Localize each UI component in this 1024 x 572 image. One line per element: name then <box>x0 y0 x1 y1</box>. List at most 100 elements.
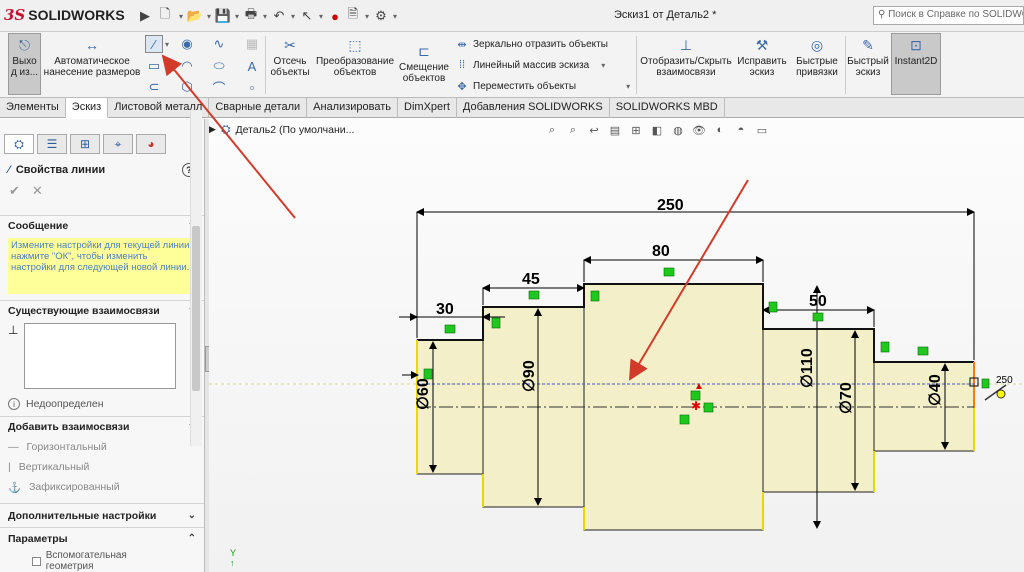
status-row: i Недоопределен <box>0 395 204 416</box>
heads-up-view-toolbar: ⌕ ⌕ ↩ ▤ ⊞ ◧ ◍ 👁 ◐ ◓ ▭ <box>544 122 770 138</box>
display-style-icon[interactable]: ◍ <box>670 122 686 138</box>
ellipse-tool-icon[interactable]: ⬭ <box>210 57 228 75</box>
undo-icon[interactable]: ↶ <box>270 7 288 25</box>
property-manager-tab-icon[interactable]: ☰ <box>37 134 67 154</box>
dimxpert-tab-icon[interactable]: ⌖ <box>103 134 133 154</box>
convert-entities-button[interactable]: ⬚ Преобразование объектов <box>315 34 395 79</box>
edit-appearance-icon[interactable]: ◐ <box>712 122 728 138</box>
quick-snaps-button[interactable]: ◎ Быстрые привязки <box>792 34 842 79</box>
offset-entities-icon: ⊏ <box>418 42 430 59</box>
parameters-header[interactable]: Параметры ⌃ <box>0 527 204 549</box>
line-tool-icon[interactable]: ⁄ <box>145 35 163 53</box>
cancel-button[interactable]: ✕ <box>32 183 43 199</box>
existing-relations-header[interactable]: Существующие взаимосвязи⌃ <box>0 300 204 321</box>
message-section-header[interactable]: Сообщение⌃ <box>0 215 204 236</box>
zoom-to-area-icon[interactable]: ⌕ <box>565 122 581 138</box>
dynamic-annotation-icon[interactable]: ⊞ <box>628 122 644 138</box>
chevron-down-icon[interactable]: ▾ <box>362 7 372 25</box>
construction-checkbox[interactable]: Вспомогательная геометрия <box>0 549 204 572</box>
ribbon-separator <box>265 36 266 94</box>
apply-scene-icon[interactable]: ◓ <box>733 122 749 138</box>
mirror-entities-button[interactable]: ⇹ Зеркально отразить объекты <box>455 37 608 51</box>
previous-view-icon[interactable]: ↩ <box>586 122 602 138</box>
rapid-sketch-button[interactable]: ✎ Быстрый эскиз <box>847 34 889 79</box>
chevron-up-icon[interactable]: ⌃ <box>188 533 196 544</box>
tab-3[interactable]: Сварные детали <box>209 98 308 118</box>
repair-sketch-button[interactable]: ⚒ Исправить эскиз <box>735 34 789 79</box>
offset-entities-button[interactable]: ⊏ Смещение объектов <box>398 40 450 85</box>
add-fixed-relation[interactable]: ⚓ Зафиксированный <box>0 477 204 497</box>
expand-arrow-icon[interactable]: ▶ <box>136 7 154 25</box>
feature-tree-flyout[interactable]: ▶ ⛭ Деталь2 (По умолчани... <box>209 122 354 137</box>
panel-tabs: ⛭ ☰ ⊞ ⌖ ◕ <box>0 119 204 157</box>
circle-tool-icon[interactable]: ◉ <box>178 35 196 53</box>
print-icon[interactable]: 🖶 <box>242 6 260 25</box>
configuration-manager-tab-icon[interactable]: ⊞ <box>70 134 100 154</box>
chevron-down-icon[interactable]: ▾ <box>260 7 270 25</box>
feature-manager-tab-icon[interactable]: ⛭ <box>4 134 34 154</box>
chevron-down-icon[interactable]: ▾ <box>390 7 400 25</box>
repair-sketch-icon: ⚒ <box>755 36 769 53</box>
spline-tool-icon[interactable]: ∿ <box>210 35 228 53</box>
expand-arrow-icon[interactable]: ▶ <box>209 124 216 135</box>
chevron-down-icon[interactable]: ▾ <box>626 82 630 91</box>
line-icon: ⁄ <box>8 164 10 176</box>
smart-dimension-button[interactable]: ↔ Автоматическое нанесение размеров <box>44 34 141 79</box>
hide-show-items-icon[interactable]: 👁 <box>691 122 707 138</box>
chevron-down-icon[interactable]: ▾ <box>316 7 326 25</box>
rebuild-traffic-light-icon[interactable]: ● <box>326 7 344 25</box>
tab-7[interactable]: SOLIDWORKS MBD <box>610 98 725 118</box>
save-icon[interactable]: 💾 <box>214 7 232 25</box>
message-text: Измените настройки для текущей линии, на… <box>8 238 196 294</box>
display-manager-tab-icon[interactable]: ◕ <box>136 134 166 154</box>
options-gear-icon[interactable]: ⚙ <box>372 7 390 25</box>
zoom-to-fit-icon[interactable]: ⌕ <box>544 122 560 138</box>
section-view-icon[interactable]: ▤ <box>607 122 623 138</box>
polygon-tool-icon[interactable]: ⬡ <box>178 78 196 96</box>
chevron-down-icon[interactable]: ▾ <box>288 7 298 25</box>
chevron-down-icon[interactable]: ▾ <box>232 7 242 25</box>
chevron-down-icon[interactable]: ▾ <box>204 7 214 25</box>
file-properties-icon[interactable]: 🗎 <box>344 6 362 25</box>
display-relations-button[interactable]: ⊥ Отобразить/Скрыть взаимосвязи <box>639 34 733 79</box>
arc-tool-icon[interactable]: ◠ <box>178 57 196 75</box>
additional-settings-header[interactable]: Дополнительные настройки ⌄ <box>0 503 204 527</box>
fillet-tool-icon[interactable]: ⌒ <box>210 78 228 96</box>
chevron-down-icon[interactable]: ⌄ <box>188 510 196 521</box>
tab-1[interactable]: Эскиз <box>65 98 109 118</box>
tab-6[interactable]: Добавления SOLIDWORKS <box>457 98 610 118</box>
tab-0[interactable]: Элементы <box>0 98 66 118</box>
tab-4[interactable]: Анализировать <box>307 98 399 118</box>
add-relations-header[interactable]: Добавить взаимосвязи⌃ <box>0 416 204 437</box>
chevron-down-icon[interactable]: ▾ <box>162 35 172 53</box>
view-orientation-icon[interactable]: ◧ <box>649 122 665 138</box>
new-document-icon[interactable]: 🗋 <box>154 6 176 25</box>
add-vertical-relation[interactable]: | Вертикальный <box>0 457 204 477</box>
slot-tool-icon[interactable]: ⊂ <box>145 78 163 96</box>
chevron-down-icon[interactable]: ▾ <box>601 61 605 70</box>
exit-sketch-button[interactable]: ⎋ Выхо д из... <box>8 33 41 95</box>
instant2d-button[interactable]: ⊡ Instant2D <box>891 33 941 95</box>
existing-relations-list[interactable] <box>24 323 177 389</box>
select-pointer-icon[interactable]: ↖ <box>298 7 316 25</box>
checkbox[interactable] <box>32 556 41 566</box>
point-tool-icon[interactable]: ▫ <box>243 78 261 96</box>
ok-button[interactable]: ✔ <box>9 183 20 199</box>
ok-cancel-row: ✔ ✕ <box>0 179 204 203</box>
view-settings-icon[interactable]: ▭ <box>754 122 770 138</box>
trim-entities-button[interactable]: ✂ Отсечь объекты <box>268 34 312 79</box>
surface-icon[interactable]: ▦ <box>243 35 261 53</box>
text-tool-icon[interactable]: A <box>243 57 261 75</box>
add-horizontal-relation[interactable]: — Горизонтальный <box>0 437 204 457</box>
linear-pattern-button[interactable]: ⁞⁞ Линейный массив эскиза ▾ <box>455 58 605 72</box>
title-bar: 3S SOLIDWORKS ▶ 🗋 ▾ 📂 ▾ 💾 ▾ 🖶 ▾ ↶ ▾ ↖ ▾ ● 🗎 ▾ ⚙… <box>0 0 1024 32</box>
property-manager-title: ⁄ Свойства линии ? <box>0 157 204 179</box>
rectangle-tool-icon[interactable]: ▭ <box>145 57 163 75</box>
graphics-area[interactable] <box>209 119 1024 572</box>
tab-5[interactable]: DimXpert <box>398 98 457 118</box>
chevron-down-icon[interactable]: ▾ <box>176 7 186 25</box>
help-search-input[interactable]: ⚲ Поиск в Справке по SOLIDWORKS <box>873 6 1024 25</box>
open-folder-icon[interactable]: 📂 <box>186 7 204 25</box>
panel-scrollbar-thumb[interactable] <box>192 226 200 391</box>
move-entities-button[interactable]: ✥ Переместить объекты ▾ <box>455 79 630 93</box>
